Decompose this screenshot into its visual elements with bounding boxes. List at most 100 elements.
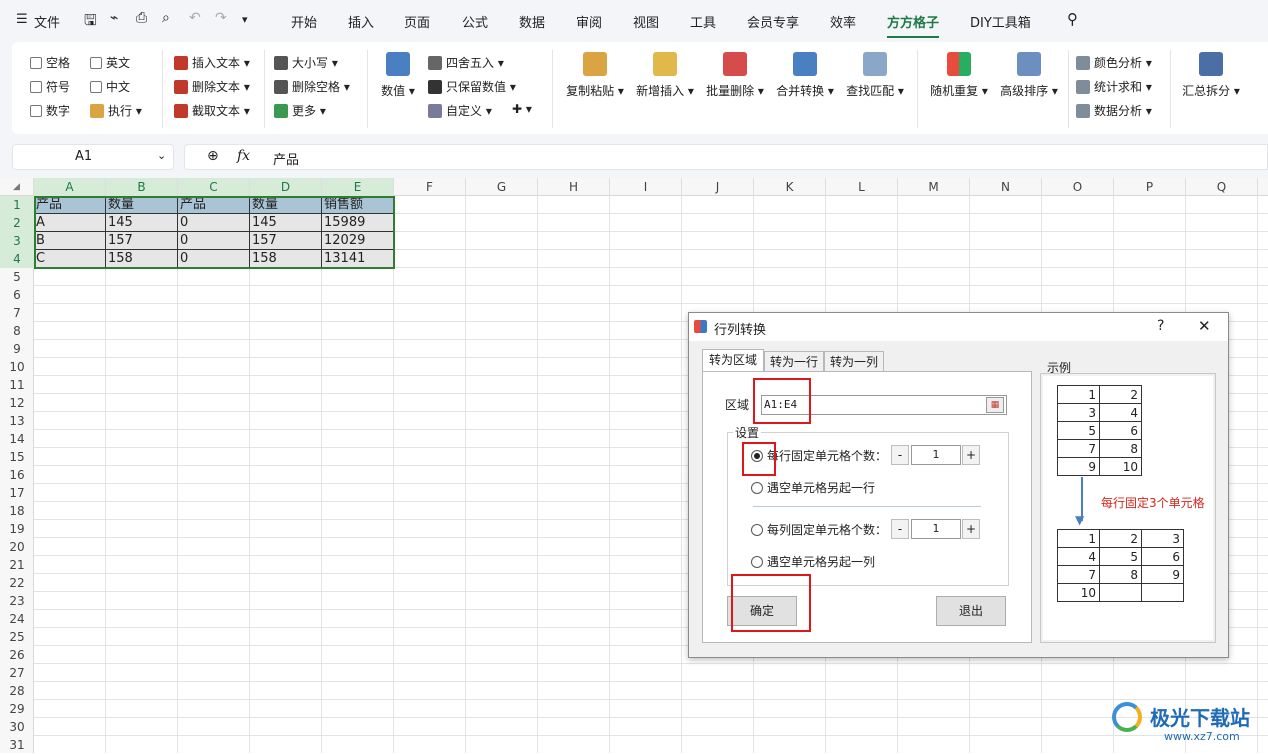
col-count-plus[interactable]: + — [962, 519, 980, 539]
row-header-18[interactable]: 18 — [0, 502, 34, 520]
tab-start[interactable]: 开始 — [291, 12, 317, 31]
exit-button[interactable]: 退出 — [936, 596, 1006, 626]
row-header-2[interactable]: 2 — [0, 214, 34, 232]
tab-insert[interactable]: 插入 — [348, 12, 374, 31]
tab-page[interactable]: 页面 — [404, 12, 430, 31]
chevron-down-icon[interactable]: ▾ — [242, 13, 248, 26]
row-header-29[interactable]: 29 — [0, 700, 34, 718]
tab-view[interactable]: 视图 — [633, 12, 659, 31]
save-icon[interactable]: 🖫 — [84, 10, 97, 35]
execute-button[interactable]: 执行 ▾ — [90, 102, 142, 119]
column-header-o[interactable]: O — [1042, 178, 1114, 196]
name-box[interactable]: A1 ⌄ — [12, 144, 174, 170]
row-header-23[interactable]: 23 — [0, 592, 34, 610]
close-icon[interactable]: ✕ — [1198, 317, 1211, 335]
help-button[interactable]: ? — [1157, 318, 1164, 334]
column-header-f[interactable]: F — [394, 178, 466, 196]
case-button[interactable]: 大小写 ▾ — [274, 54, 338, 71]
column-header-i[interactable]: I — [610, 178, 682, 196]
tab-to-row[interactable]: 转为一行 — [764, 351, 824, 371]
new-insert-button[interactable]: 新增插入 ▾ — [634, 52, 696, 99]
row-header-12[interactable]: 12 — [0, 394, 34, 412]
checkbox-number[interactable]: 数字 — [30, 102, 70, 119]
row-header-10[interactable]: 10 — [0, 358, 34, 376]
summary-split-button[interactable]: 汇总拆分 ▾ — [1180, 52, 1242, 99]
checkbox-chinese[interactable]: 中文 — [90, 78, 130, 95]
insert-text-button[interactable]: 插入文本 ▾ — [174, 54, 250, 71]
select-all[interactable]: ◢ — [0, 178, 34, 196]
column-header-g[interactable]: G — [466, 178, 538, 196]
column-header-p[interactable]: P — [1114, 178, 1186, 196]
range-picker-icon[interactable]: ▦ — [986, 397, 1004, 413]
data-analysis-button[interactable]: 数据分析 ▾ — [1076, 102, 1152, 119]
keep-number-button[interactable]: 只保留数值 ▾ — [428, 78, 516, 95]
column-header-m[interactable]: M — [898, 178, 970, 196]
checkbox-english[interactable]: 英文 — [90, 54, 130, 71]
row-header-1[interactable]: 1 — [0, 196, 34, 214]
custom-button[interactable]: 自定义 ▾ — [428, 102, 492, 119]
row-header-14[interactable]: 14 — [0, 430, 34, 448]
random-repeat-button[interactable]: 随机重复 ▾ — [928, 52, 990, 99]
tab-efficiency[interactable]: 效率 — [830, 12, 856, 31]
advanced-sort-button[interactable]: 高级排序 ▾ — [998, 52, 1060, 99]
tab-formula[interactable]: 公式 — [462, 12, 488, 31]
row-header-28[interactable]: 28 — [0, 682, 34, 700]
row-header-4[interactable]: 4 — [0, 250, 34, 268]
column-header-d[interactable]: D — [250, 178, 322, 196]
column-header-a[interactable]: A — [34, 178, 106, 196]
tab-tools[interactable]: 工具 — [690, 12, 716, 31]
find-match-button[interactable]: 查找匹配 ▾ — [844, 52, 906, 99]
delete-text-button[interactable]: 删除文本 ▾ — [174, 78, 250, 95]
chevron-down-icon[interactable]: ⌄ — [157, 149, 166, 162]
column-header-c[interactable]: C — [178, 178, 250, 196]
checkbox-space[interactable]: 空格 — [30, 54, 70, 71]
row-header-22[interactable]: 22 — [0, 574, 34, 592]
remove-space-button[interactable]: 删除空格 ▾ — [274, 78, 350, 95]
row-header-17[interactable]: 17 — [0, 484, 34, 502]
row-header-25[interactable]: 25 — [0, 628, 34, 646]
undo-icon[interactable]: ↶ — [189, 10, 201, 26]
row-count-minus[interactable]: - — [891, 445, 909, 465]
row-header-8[interactable]: 8 — [0, 322, 34, 340]
row-header-5[interactable]: 5 — [0, 268, 34, 286]
round-button[interactable]: 四舍五入 ▾ — [428, 54, 504, 71]
row-header-16[interactable]: 16 — [0, 466, 34, 484]
tab-fangfang[interactable]: 方方格子 — [887, 12, 940, 38]
column-header-l[interactable]: L — [826, 178, 898, 196]
row-header-21[interactable]: 21 — [0, 556, 34, 574]
col-count-minus[interactable]: - — [891, 519, 909, 539]
file-menu[interactable]: 文件 — [34, 12, 60, 31]
tab-to-range[interactable]: 转为区域 — [702, 349, 764, 371]
row-header-6[interactable]: 6 — [0, 286, 34, 304]
row-count-plus[interactable]: + — [962, 445, 980, 465]
hamburger-icon[interactable]: ☰ — [16, 12, 28, 27]
row-header-15[interactable]: 15 — [0, 448, 34, 466]
radio-fixed-per-column[interactable]: 每列固定单元格个数： — [751, 521, 887, 538]
row-header-19[interactable]: 19 — [0, 520, 34, 538]
tab-review[interactable]: 审阅 — [576, 12, 602, 31]
radio-new-column-on-empty[interactable]: 遇空单元格另起一列 — [751, 553, 875, 570]
row-header-20[interactable]: 20 — [0, 538, 34, 556]
radio-new-row-on-empty[interactable]: 遇空单元格另起一行 — [751, 479, 875, 496]
tab-data[interactable]: 数据 — [519, 12, 545, 31]
print-icon[interactable]: ⎙ — [136, 10, 147, 26]
more-button[interactable]: 更多 ▾ — [274, 102, 326, 119]
row-header-24[interactable]: 24 — [0, 610, 34, 628]
zoom-icon[interactable]: ⊕ — [207, 148, 219, 164]
row-header-30[interactable]: 30 — [0, 718, 34, 736]
format-painter-icon[interactable]: ⌁ — [110, 10, 118, 26]
number-button[interactable]: 数值 ▾ — [378, 52, 418, 99]
row-header-9[interactable]: 9 — [0, 340, 34, 358]
column-header-b[interactable]: B — [106, 178, 178, 196]
column-header-k[interactable]: K — [754, 178, 826, 196]
merge-convert-button[interactable]: 合并转换 ▾ — [774, 52, 836, 99]
row-header-13[interactable]: 13 — [0, 412, 34, 430]
column-header-j[interactable]: J — [682, 178, 754, 196]
row-header-11[interactable]: 11 — [0, 376, 34, 394]
row-header-3[interactable]: 3 — [0, 232, 34, 250]
tab-diy[interactable]: DIY工具箱 — [970, 12, 1031, 31]
column-header-n[interactable]: N — [970, 178, 1042, 196]
row-header-27[interactable]: 27 — [0, 664, 34, 682]
search-icon[interactable]: ⚲ — [1067, 10, 1078, 28]
print-preview-icon[interactable]: ⌕ — [162, 10, 170, 26]
